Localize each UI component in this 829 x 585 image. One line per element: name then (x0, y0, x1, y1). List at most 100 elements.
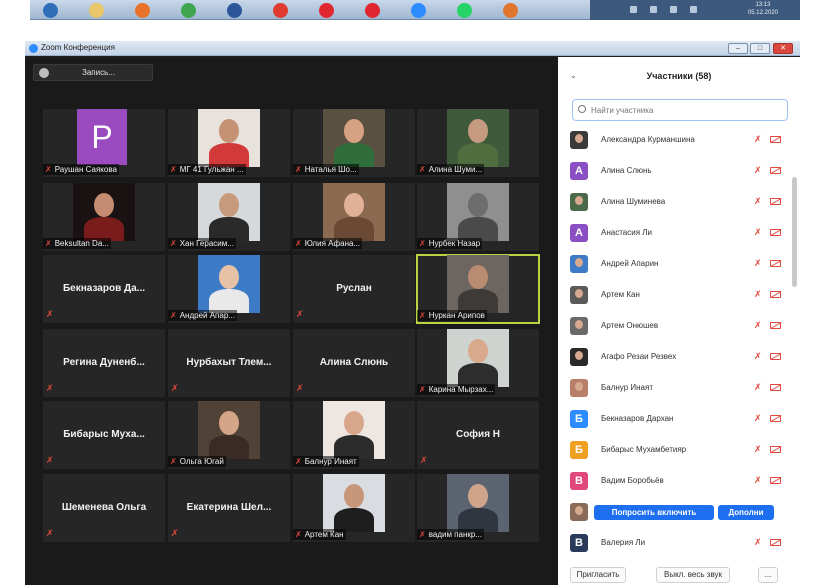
video-tile[interactable]: ✗ Андрей Апар... (168, 255, 290, 323)
participant-name: Руслан (336, 283, 372, 294)
video-tile[interactable]: ✗ МГ 41 Гульжан ... (168, 109, 290, 177)
participant-row[interactable]: Б Бибарыс Мухамбетияр ✗ (558, 435, 790, 466)
participants-scrollbar[interactable] (792, 177, 797, 287)
video-feed (447, 255, 509, 313)
participants-title: Участники (58) (646, 71, 712, 81)
video-tile[interactable]: ✗ Нурбек Назар (417, 183, 539, 251)
name-caption: ✗ Наталья Шо... (293, 164, 359, 175)
mute-all-button[interactable]: Выкл. весь звук (656, 567, 730, 583)
participant-name: Андрей Апарин (601, 259, 659, 268)
mic-muted-icon: ✗ (754, 382, 762, 392)
participant-row[interactable]: А Алина Слюнь ✗ (558, 156, 790, 187)
participant-name: Бекназаров Да... (62, 283, 146, 294)
firefox-icon[interactable] (126, 1, 158, 19)
participant-row[interactable]: Андрей Апарин ✗ (558, 249, 790, 280)
avatar-head (575, 320, 583, 329)
tray-flag-icon[interactable] (630, 6, 637, 13)
name-caption: ✗ Хан Герасим... (168, 238, 236, 249)
video-tile[interactable]: Екатерина Шел... ✗ (168, 474, 290, 542)
video-tile[interactable]: София Н ✗ (417, 401, 539, 469)
participant-row[interactable]: Балнур Инаят ✗ (558, 373, 790, 404)
mic-muted-icon: ✗ (420, 455, 428, 465)
participant-name: Бибарыс Муха... (63, 429, 145, 440)
video-tile[interactable]: ✗ вадим панкр... (417, 474, 539, 542)
maximize-button[interactable]: □ (750, 43, 770, 54)
video-feed (447, 183, 509, 241)
participant-row[interactable]: Артем Кан ✗ (558, 280, 790, 311)
participant-row[interactable]: Попросить включить Дополни (558, 497, 790, 528)
search-input[interactable] (591, 103, 781, 117)
tray-battery-icon[interactable] (690, 6, 697, 13)
video-tile[interactable]: ✗ Ольга Югай (168, 401, 290, 469)
participant-row[interactable]: А Анастасия Ли ✗ (558, 218, 790, 249)
video-tile[interactable]: ✗ Нуркан Арипов (416, 254, 540, 324)
zoom-icon[interactable] (402, 1, 434, 19)
more-options-button[interactable]: Дополни (718, 505, 774, 520)
word-icon-glyph (226, 2, 242, 18)
tray-volume-icon[interactable] (650, 6, 657, 13)
taskbar-clock[interactable]: 13:13 05.12.2020 (748, 1, 778, 17)
zoom-logo-icon (29, 44, 38, 53)
video-tile[interactable]: Бекназаров Да... ✗ (43, 255, 165, 323)
participant-name: Алина Шуми... (428, 165, 483, 174)
person-head (219, 193, 239, 217)
video-tile[interactable]: Шеменева Ольга ✗ (43, 474, 165, 542)
opera-icon[interactable] (310, 1, 342, 19)
ask-to-unmute-button[interactable]: Попросить включить (594, 505, 714, 520)
participant-row[interactable]: Александра Курманшина ✗ (558, 125, 790, 156)
video-feed (198, 255, 260, 313)
video-tile[interactable]: P ✗ Раушан Саякова (43, 109, 165, 177)
participant-row[interactable]: Алина Шуминева ✗ (558, 187, 790, 218)
whatsapp-icon-glyph (456, 2, 472, 18)
mic-muted-icon: ✗ (754, 227, 762, 237)
whatsapp-icon[interactable] (448, 1, 480, 19)
participant-name: Балнур Инаят (601, 383, 653, 392)
video-tile[interactable]: Руслан ✗ (293, 255, 415, 323)
video-tile[interactable]: ✗ Балнур Инаят (293, 401, 415, 469)
close-button[interactable]: ✕ (773, 43, 793, 54)
participant-row[interactable]: Агафо Резаи Резвех ✗ (558, 342, 790, 373)
video-tile[interactable]: Регина Дуненб... ✗ (43, 329, 165, 397)
more-button[interactable]: ... (758, 567, 778, 583)
participant-row[interactable]: Б Бекназаров Дархан ✗ (558, 404, 790, 435)
video-tile[interactable]: ✗ Юлия Афана... (293, 183, 415, 251)
invite-button[interactable]: Пригласить (570, 567, 626, 583)
video-tile[interactable]: ✗ Beksultan Da... (43, 183, 165, 251)
camera-off-icon (770, 477, 781, 484)
windows-start-icon[interactable] (34, 1, 66, 19)
mic-muted-icon: ✗ (170, 239, 177, 248)
participant-name: Анастасия Ли (601, 228, 652, 237)
yandex-icon[interactable] (264, 1, 296, 19)
word-icon[interactable] (218, 1, 250, 19)
photo-viewer-icon-glyph (502, 2, 518, 18)
chrome-icon[interactable] (172, 1, 204, 19)
name-caption: ✗ Раушан Саякова (43, 164, 119, 175)
video-tile[interactable]: ✗ Артем Кан (293, 474, 415, 542)
participant-name: Нуркан Арипов (428, 311, 485, 320)
avatar-head (575, 506, 583, 515)
opera-icon[interactable] (356, 1, 388, 19)
person-head (94, 193, 114, 217)
video-tile[interactable]: Бибарыс Муха... ✗ (43, 401, 165, 469)
mic-muted-icon: ✗ (754, 413, 762, 423)
minimize-button[interactable]: – (728, 43, 748, 54)
recording-indicator[interactable]: Запись... (33, 64, 153, 81)
video-tile[interactable]: Алина Слюнь ✗ (293, 329, 415, 397)
clock-date: 05.12.2020 (747, 10, 778, 16)
video-tile[interactable]: Нурбахыт Тлем... ✗ (168, 329, 290, 397)
folder-icon[interactable] (80, 1, 112, 19)
video-tile[interactable]: ✗ Наталья Шо... (293, 109, 415, 177)
photo-viewer-icon[interactable] (494, 1, 526, 19)
participant-search[interactable] (572, 99, 788, 121)
participant-row[interactable]: В Вадим Боробьёв ✗ (558, 466, 790, 497)
participant-row[interactable]: Артем Онюшев ✗ (558, 311, 790, 342)
avatar-head (575, 134, 583, 143)
participant-name: Андрей Апар... (179, 311, 235, 320)
participant-name: Алина Слюнь (319, 357, 389, 368)
tray-network-icon[interactable] (670, 6, 677, 13)
video-tile[interactable]: ✗ Алина Шуми... (417, 109, 539, 177)
person-head (344, 411, 364, 435)
video-tile[interactable]: ✗ Хан Герасим... (168, 183, 290, 251)
video-tile[interactable]: ✗ Карина Мырзах... (417, 329, 539, 397)
participant-row[interactable]: В Валерия Ли ✗ (558, 528, 790, 559)
